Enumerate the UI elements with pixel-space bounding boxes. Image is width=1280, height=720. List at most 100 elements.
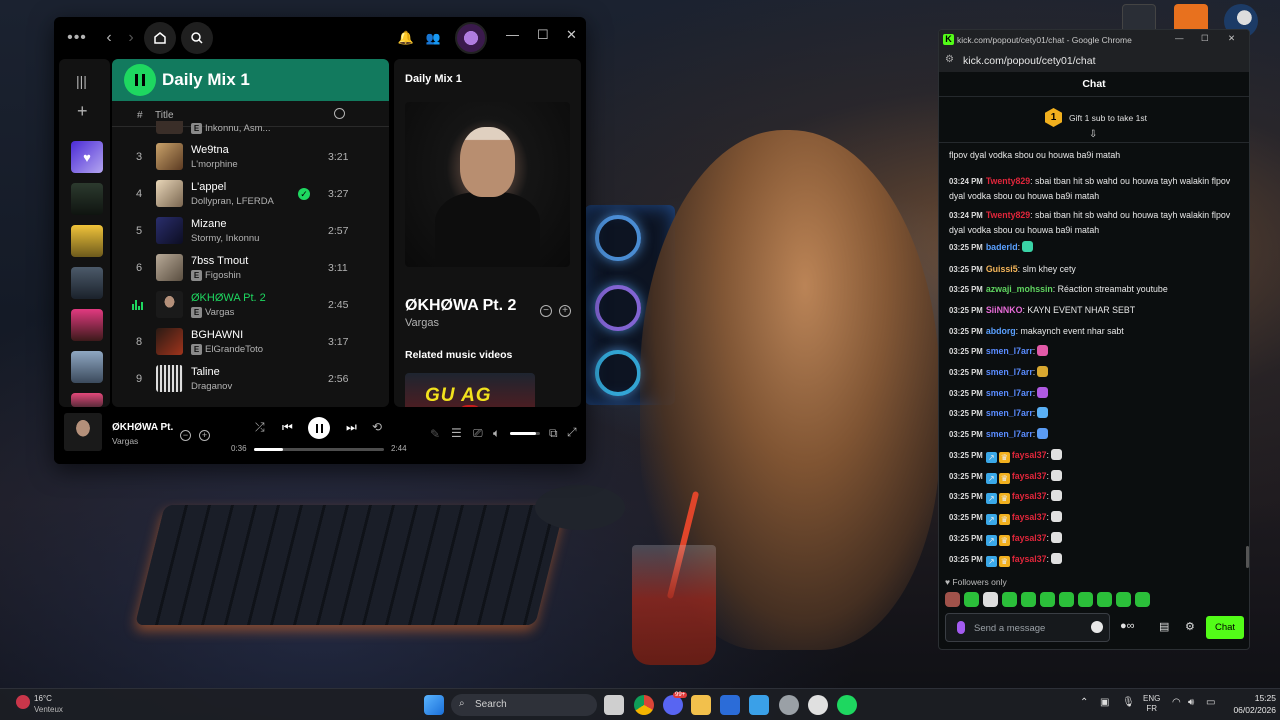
pinned-arrow-icon[interactable]: ⇩ bbox=[1089, 129, 1097, 140]
playlist-thumb[interactable] bbox=[71, 393, 103, 407]
track-row[interactable]: 9 Taline Draganov 2:56 bbox=[112, 361, 389, 398]
minimize-icon[interactable]: — bbox=[1175, 33, 1184, 43]
message-input-box[interactable] bbox=[945, 613, 1110, 642]
send-chat-button[interactable]: Chat bbox=[1206, 616, 1244, 639]
playlist-thumb[interactable] bbox=[71, 267, 103, 299]
playlist-thumb[interactable] bbox=[71, 309, 103, 341]
track-row[interactable]: 5 Mizane Stormy, Inkonnu 2:57 bbox=[112, 213, 389, 250]
saved-check-icon[interactable]: ✓ bbox=[298, 188, 310, 200]
weather-temp[interactable]: 16°C bbox=[34, 694, 52, 703]
player-remove-icon[interactable]: − bbox=[180, 430, 191, 441]
related-video-thumb[interactable]: GU AG bbox=[405, 373, 535, 407]
close-icon[interactable]: ✕ bbox=[1228, 33, 1235, 44]
message-username[interactable]: faysal37 bbox=[1012, 450, 1047, 460]
message-username[interactable]: faysal37 bbox=[1012, 491, 1047, 501]
volume-tray-icon[interactable]: 🔊︎ bbox=[1188, 697, 1194, 708]
track-row[interactable]: 8 BGHAWNI E ElGrandeToto 3:17 bbox=[112, 324, 389, 361]
chrome-taskbar-icon[interactable] bbox=[634, 695, 654, 715]
message-username[interactable]: smen_l7arr bbox=[986, 346, 1033, 356]
column-title[interactable]: Title bbox=[155, 110, 174, 121]
message-username[interactable]: Twenty829 bbox=[986, 176, 1030, 186]
tray-app-icon[interactable]: ▣ bbox=[1100, 697, 1109, 708]
menu-icon[interactable]: ••• bbox=[64, 25, 90, 51]
message-username[interactable]: faysal37 bbox=[1012, 554, 1047, 564]
message-username[interactable]: smen_l7arr bbox=[986, 408, 1033, 418]
site-settings-icon[interactable]: ⚙ bbox=[945, 54, 954, 65]
emote-icon[interactable] bbox=[983, 592, 998, 607]
playlist-thumb[interactable] bbox=[71, 351, 103, 383]
playlist-thumb[interactable] bbox=[71, 225, 103, 257]
volume-icon[interactable]: 🔈︎ bbox=[493, 426, 500, 441]
message-username[interactable]: smen_l7arr bbox=[986, 367, 1033, 377]
add-icon[interactable]: + bbox=[77, 101, 88, 122]
profile-avatar[interactable] bbox=[455, 22, 487, 54]
player-add-icon[interactable]: + bbox=[199, 430, 210, 441]
player-track-artist[interactable]: Vargas bbox=[112, 436, 138, 446]
taskbar-search[interactable]: ⌕ Search bbox=[451, 694, 597, 716]
search-button[interactable] bbox=[181, 22, 213, 54]
message-username[interactable]: smen_l7arr bbox=[986, 388, 1033, 398]
wifi-icon[interactable]: ◠ bbox=[1172, 697, 1181, 708]
miniplayer-icon[interactable]: ⧉ bbox=[549, 426, 558, 441]
gift-sub-banner[interactable]: 1 Gift 1 sub to take 1st ⇩ bbox=[939, 98, 1249, 143]
previous-icon[interactable]: ⏮ bbox=[282, 420, 293, 435]
points-icon[interactable]: ●∞ bbox=[1120, 620, 1135, 632]
message-username[interactable]: Guissi5 bbox=[986, 264, 1018, 274]
playlist-thumb[interactable] bbox=[71, 183, 103, 215]
app-taskbar-icon[interactable] bbox=[808, 695, 828, 715]
notifications-icon[interactable]: 🔔 bbox=[393, 25, 419, 51]
track-row[interactable]: 3 We9tna L'morphine 3:21 bbox=[112, 139, 389, 176]
volume-slider[interactable] bbox=[510, 432, 540, 435]
message-username[interactable]: smen_l7arr bbox=[986, 429, 1033, 439]
fullscreen-icon[interactable]: ⤢ bbox=[567, 425, 577, 440]
settings-taskbar-icon[interactable] bbox=[779, 695, 799, 715]
message-username[interactable]: SiiNNKO bbox=[986, 305, 1023, 315]
microphone-icon[interactable] bbox=[957, 621, 965, 634]
now-playing-title[interactable]: ØKHØWA Pt. 2 bbox=[405, 297, 516, 315]
photos-taskbar-icon[interactable] bbox=[749, 695, 769, 715]
address-bar[interactable]: ⚙ kick.com/popout/cety01/chat bbox=[939, 50, 1249, 72]
app-taskbar-icon[interactable] bbox=[720, 695, 740, 715]
queue-icon[interactable]: ☰ bbox=[451, 426, 462, 440]
forward-icon[interactable]: › bbox=[118, 25, 144, 51]
now-playing-artist[interactable]: Vargas bbox=[405, 317, 439, 329]
emote-icon[interactable] bbox=[1116, 592, 1131, 607]
message-username[interactable]: baderld bbox=[986, 242, 1018, 252]
taskbar-clock[interactable]: 15:25 06/02/2026 bbox=[1220, 692, 1276, 716]
track-row[interactable]: 6 7bss Tmout E Figoshin 3:11 bbox=[112, 250, 389, 287]
player-cover-art[interactable] bbox=[64, 413, 102, 451]
emote-icon[interactable] bbox=[1097, 592, 1112, 607]
emote-icon[interactable] bbox=[964, 592, 979, 607]
message-input[interactable] bbox=[974, 620, 1084, 636]
weather-icon[interactable] bbox=[16, 695, 30, 709]
tray-overflow-icon[interactable]: ⌃ bbox=[1080, 697, 1088, 708]
shuffle-icon[interactable]: ⤮ bbox=[255, 420, 265, 435]
track-row[interactable]: 4 L'appel Dollypran, LFERDA ✓ 3:27 bbox=[112, 176, 389, 213]
discord-taskbar-icon[interactable] bbox=[663, 695, 683, 715]
add-to-playlist-icon[interactable]: + bbox=[559, 305, 571, 317]
repeat-icon[interactable]: ⟲ bbox=[372, 420, 382, 434]
liked-songs-thumb[interactable]: ♥ bbox=[71, 141, 103, 173]
emoji-picker-icon[interactable] bbox=[1091, 621, 1103, 633]
file-explorer-icon[interactable] bbox=[691, 695, 711, 715]
weather-text[interactable]: Venteux bbox=[34, 705, 63, 714]
language-indicator[interactable]: ENG FR bbox=[1143, 694, 1160, 714]
emote-icon[interactable] bbox=[945, 592, 960, 607]
close-icon[interactable]: ✕ bbox=[566, 27, 577, 43]
play-pause-button[interactable] bbox=[308, 417, 330, 439]
emote-icon[interactable] bbox=[1002, 592, 1017, 607]
chat-settings-icon[interactable]: ⚙ bbox=[1185, 620, 1195, 633]
store-icon[interactable]: ▤ bbox=[1159, 620, 1169, 633]
tray-mic-icon[interactable]: 🎙︎ bbox=[1122, 697, 1135, 708]
message-username[interactable]: faysal37 bbox=[1012, 533, 1047, 543]
emote-icon[interactable] bbox=[1135, 592, 1150, 607]
message-username[interactable]: Twenty829 bbox=[986, 210, 1030, 220]
friends-icon[interactable]: 👥 bbox=[420, 25, 446, 51]
home-button[interactable] bbox=[144, 22, 176, 54]
emote-icon[interactable] bbox=[1021, 592, 1036, 607]
progress-bar[interactable] bbox=[254, 448, 384, 451]
emote-icon[interactable] bbox=[1040, 592, 1055, 607]
message-username[interactable]: abdorg bbox=[986, 326, 1016, 336]
maximize-icon[interactable]: ☐ bbox=[537, 27, 549, 43]
lyrics-icon[interactable]: ✎ bbox=[430, 427, 440, 441]
